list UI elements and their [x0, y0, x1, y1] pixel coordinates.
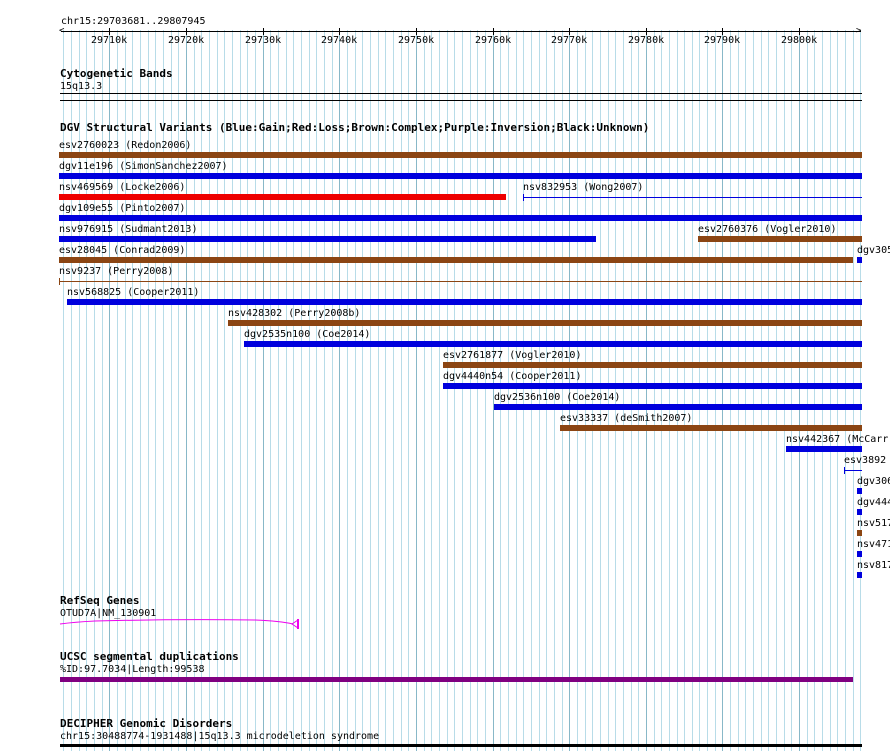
- dgv-feature-label[interactable]: nsv442367 (McCarr: [786, 434, 888, 445]
- ruler-tick-label: 29800k: [781, 35, 818, 46]
- dgv-feature-label[interactable]: nsv9237 (Perry2008): [59, 266, 173, 277]
- dgv-feature-label[interactable]: nsv832953 (Wong2007): [523, 182, 643, 193]
- segdup-feature-label[interactable]: %ID:97.7034|Length:99538: [60, 664, 205, 675]
- dgv-feature-bar[interactable]: [228, 320, 862, 326]
- cytoband-track-title[interactable]: Cytogenetic Bands: [60, 68, 173, 80]
- dgv-feature-bar[interactable]: [857, 488, 862, 494]
- ruler-tick-label: 29710k: [91, 35, 128, 46]
- dgv-feature-bar[interactable]: [443, 362, 862, 368]
- dgv-feature-bar[interactable]: [59, 257, 853, 263]
- dgv-feature-label[interactable]: esv33337 (deSmith2007): [560, 413, 692, 424]
- ruler-tick-label: 29780k: [628, 35, 665, 46]
- genome-browser: chr15:29703681..29807945 < > 29710k 29720…: [0, 0, 890, 751]
- dgv-feature-bar[interactable]: [59, 194, 506, 200]
- dgv-feature-label[interactable]: esv3892: [844, 455, 886, 466]
- dgv-feature-label[interactable]: nsv469569 (Locke2006): [59, 182, 185, 193]
- dgv-feature-label[interactable]: nsv817: [857, 560, 890, 571]
- ruler-tick-mark: [339, 28, 340, 35]
- dgv-feature-bar[interactable]: [698, 236, 862, 242]
- ruler-tick-label: 29770k: [551, 35, 588, 46]
- ruler-axis: [61, 31, 861, 32]
- ruler-left-arrow[interactable]: <: [59, 26, 64, 37]
- ruler-tick-mark: [493, 28, 494, 35]
- dgv-feature-bar[interactable]: [857, 257, 862, 263]
- ruler-tick-label: 29740k: [321, 35, 358, 46]
- dgv-feature-endcap: [59, 278, 60, 285]
- dgv-feature-bar[interactable]: [560, 425, 862, 431]
- cytoband-top-line: [60, 93, 862, 94]
- dgv-feature-bar[interactable]: [67, 299, 862, 305]
- refseq-gene-glyph[interactable]: [55, 616, 305, 632]
- ruler-tick-label: 29760k: [475, 35, 512, 46]
- dgv-feature-bar[interactable]: [244, 341, 862, 347]
- dgv-feature-label[interactable]: nsv976915 (Sudmant2013): [59, 224, 197, 235]
- dgv-feature-label[interactable]: dgv444: [857, 497, 890, 508]
- dgv-feature-bar[interactable]: [494, 404, 862, 410]
- dgv-feature-bar[interactable]: [857, 551, 862, 557]
- dgv-feature-label[interactable]: nsv471: [857, 539, 890, 550]
- dgv-track-title[interactable]: DGV Structural Variants (Blue:Gain;Red:L…: [60, 122, 649, 134]
- dgv-feature-bar[interactable]: [786, 446, 862, 452]
- dgv-feature-label[interactable]: dgv2536n100 (Coe2014): [494, 392, 620, 403]
- dgv-feature-label[interactable]: nsv568825 (Cooper2011): [67, 287, 199, 298]
- cytoband-bottom-line: [60, 100, 862, 101]
- ruler-tick-label: 29730k: [245, 35, 282, 46]
- ruler-tick-mark: [722, 28, 723, 35]
- dgv-feature-bar[interactable]: [59, 152, 862, 158]
- dgv-feature-bar[interactable]: [59, 281, 862, 282]
- dgv-feature-bar[interactable]: [443, 383, 862, 389]
- dgv-feature-label[interactable]: nsv428302 (Perry2008b): [228, 308, 360, 319]
- ruler-tick-label: 29790k: [704, 35, 741, 46]
- dgv-feature-bar[interactable]: [857, 530, 862, 536]
- dgv-feature-bar[interactable]: [857, 509, 862, 515]
- dgv-feature-bar[interactable]: [59, 173, 862, 179]
- ruler-tick-label: 29720k: [168, 35, 205, 46]
- decipher-feature-bar[interactable]: [60, 744, 862, 747]
- dgv-feature-bar[interactable]: [59, 236, 596, 242]
- dgv-feature-label[interactable]: esv2760023 (Redon2006): [59, 140, 191, 151]
- dgv-feature-bar[interactable]: [857, 572, 862, 578]
- decipher-track-title[interactable]: DECIPHER Genomic Disorders: [60, 718, 232, 730]
- cytoband-label: 15q13.3: [60, 81, 103, 92]
- ruler-tick-mark: [416, 28, 417, 35]
- dgv-feature-bar[interactable]: [523, 197, 862, 198]
- dgv-feature-label[interactable]: esv28045 (Conrad2009): [59, 245, 185, 256]
- dgv-feature-bar[interactable]: [59, 215, 862, 221]
- segdup-feature-bar[interactable]: [60, 677, 853, 682]
- dgv-feature-label[interactable]: dgv305: [857, 245, 890, 256]
- ruler-tick-mark: [263, 28, 264, 35]
- dgv-feature-label[interactable]: dgv2535n100 (Coe2014): [244, 329, 370, 340]
- decipher-feature-label[interactable]: chr15:30488774-1931488|15q13.3 microdele…: [60, 731, 379, 742]
- dgv-feature-label[interactable]: dgv11e196 (SimonSanchez2007): [59, 161, 228, 172]
- ruler-tick-mark: [799, 28, 800, 35]
- dgv-feature-bar[interactable]: [844, 470, 862, 471]
- dgv-feature-label[interactable]: dgv306: [857, 476, 890, 487]
- ruler-tick-mark: [569, 28, 570, 35]
- dgv-feature-endcap: [523, 194, 524, 201]
- ruler-tick-label: 29750k: [398, 35, 435, 46]
- refseq-track-title[interactable]: RefSeq Genes: [60, 595, 139, 607]
- dgv-feature-label[interactable]: dgv109e55 (Pinto2007): [59, 203, 185, 214]
- ruler-tick-mark: [109, 28, 110, 35]
- ruler-tick-mark: [186, 28, 187, 35]
- ruler-right-arrow[interactable]: >: [856, 26, 861, 37]
- dgv-feature-endcap: [844, 467, 845, 474]
- dgv-feature-label[interactable]: nsv517: [857, 518, 890, 529]
- dgv-feature-label[interactable]: esv2761877 (Vogler2010): [443, 350, 581, 361]
- dgv-feature-label[interactable]: dgv4440n54 (Cooper2011): [443, 371, 581, 382]
- ruler-tick-mark: [646, 28, 647, 35]
- ruler-coordinates: chr15:29703681..29807945: [61, 16, 206, 27]
- dgv-feature-label[interactable]: esv2760376 (Vogler2010): [698, 224, 836, 235]
- segdup-track-title[interactable]: UCSC segmental duplications: [60, 651, 239, 663]
